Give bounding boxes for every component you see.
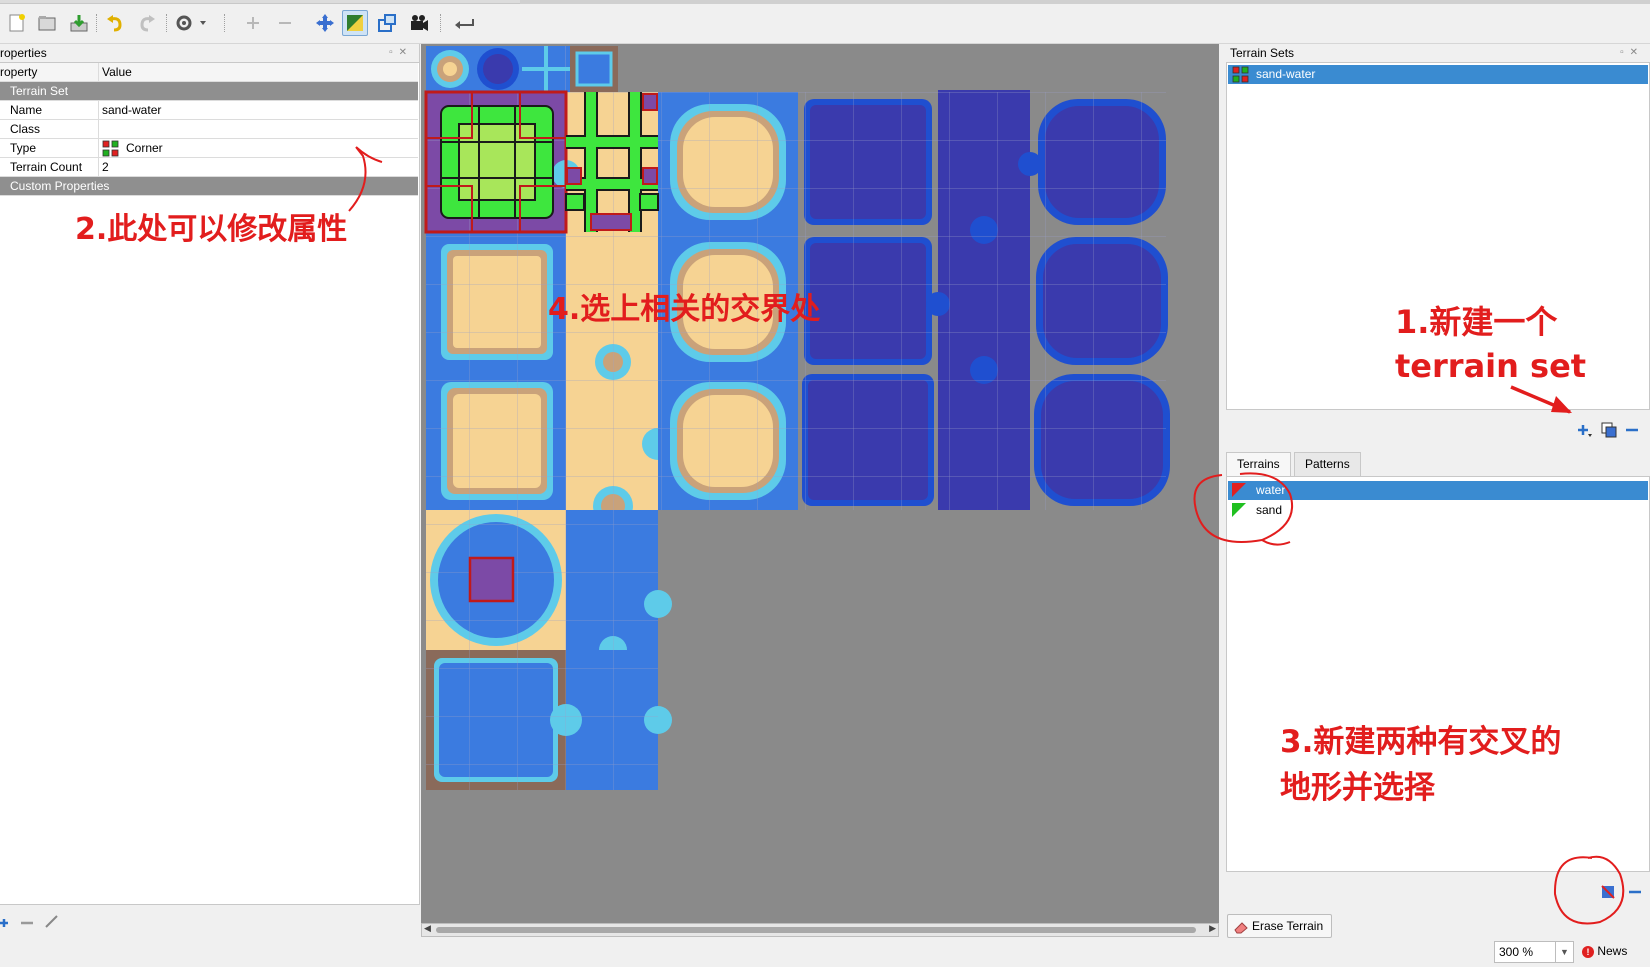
scroll-thumb[interactable] — [436, 927, 1196, 933]
properties-table: roperty Value Terrain Set Name sand-wate… — [0, 62, 420, 905]
properties-title: roperties — [0, 46, 47, 60]
property-value[interactable]: Corner — [126, 141, 163, 155]
property-value[interactable]: 2 — [102, 160, 109, 174]
terrain-sets-panel: Terrain Sets ▫✕ sand-water — [1226, 44, 1650, 449]
new-tileset-icon[interactable] — [4, 10, 30, 36]
annotation-2: 2.此处可以修改属性 — [75, 212, 348, 247]
add-terrain-set-icon[interactable] — [1576, 422, 1594, 441]
erase-terrain-label: Erase Terrain — [1252, 919, 1324, 933]
header-value: Value — [102, 65, 132, 79]
add-tile-icon[interactable] — [240, 10, 266, 36]
tab-strip — [0, 0, 520, 4]
redo-icon[interactable] — [134, 10, 160, 36]
collision-icon[interactable] — [374, 10, 400, 36]
property-row-terrain-count[interactable]: Terrain Count 2 — [0, 158, 418, 177]
terrains-list[interactable]: water sand — [1226, 476, 1650, 872]
settings-icon[interactable] — [172, 10, 212, 36]
tile-grid — [426, 510, 658, 790]
eraser-icon — [1233, 919, 1249, 941]
back-icon[interactable] — [452, 10, 478, 36]
property-row-type[interactable]: Type Corner — [0, 139, 418, 158]
tileset-view[interactable] — [421, 44, 1219, 937]
property-key: Name — [10, 103, 43, 117]
header-property: roperty — [0, 65, 38, 79]
add-property-icon[interactable] — [0, 915, 12, 934]
group-label: Terrain Set — [10, 84, 69, 98]
tab-strip-rest — [520, 0, 1650, 4]
properties-panel: roperties ▫✕ roperty Value Terrain Set N… — [0, 44, 420, 928]
property-key: Type — [10, 141, 37, 155]
properties-header: roperty Value — [0, 63, 418, 82]
chevron-down-icon[interactable]: ▼ — [1555, 942, 1573, 962]
tab-patterns[interactable]: Patterns — [1294, 452, 1361, 476]
property-key: Terrain Count — [10, 160, 83, 174]
sand-terrain-icon — [1232, 503, 1246, 520]
add-terrain-icon[interactable] — [1600, 884, 1618, 903]
annotation-1-line1: 1.新建一个 — [1395, 303, 1558, 341]
annotation-1-line2: terrain set — [1395, 347, 1587, 385]
tab-terrains[interactable]: Terrains — [1226, 452, 1291, 476]
terrain-set-label: sand-water — [1256, 67, 1316, 81]
terrain-label: sand — [1256, 503, 1283, 517]
small-tile-row[interactable] — [426, 46, 618, 92]
tileset-canvas[interactable] — [421, 44, 1219, 937]
corner-type-icon — [102, 140, 120, 160]
terrain-label: water — [1256, 483, 1286, 497]
property-row-name[interactable]: Name sand-water — [0, 101, 418, 120]
alert-icon: ! — [1582, 946, 1594, 958]
terrain-item-sand[interactable]: sand — [1228, 501, 1648, 520]
water-terrain-icon — [1232, 483, 1246, 500]
group-terrain-set[interactable]: Terrain Set — [0, 82, 418, 101]
panel-float-close-icon[interactable]: ▫✕ — [1620, 47, 1644, 58]
terrain-tabs: Terrains Patterns — [1226, 452, 1650, 476]
remove-property-icon[interactable] — [20, 915, 34, 934]
remove-terrain-icon[interactable] — [1628, 884, 1642, 903]
remove-tile-icon[interactable] — [272, 10, 298, 36]
erase-terrain-button[interactable]: Erase Terrain — [1227, 914, 1333, 941]
zoom-select[interactable]: 300 % ▼ — [1494, 941, 1574, 963]
terrain-edit-icon[interactable] — [342, 10, 368, 36]
terrain-item-water[interactable]: water — [1228, 481, 1648, 500]
group-label: Custom Properties — [10, 179, 110, 193]
corner-type-icon — [1232, 66, 1250, 86]
save-icon[interactable] — [66, 10, 92, 36]
panel-float-close-icon[interactable]: ▫✕ — [389, 47, 413, 58]
annotation-3-line2: 地形并选择 — [1280, 770, 1435, 806]
property-value[interactable]: sand-water — [102, 103, 161, 117]
dynamic-wrapping-icon[interactable] — [312, 10, 338, 36]
rename-property-icon[interactable] — [44, 913, 60, 932]
properties-footer — [0, 905, 420, 945]
scroll-left-icon[interactable]: ◀ — [424, 923, 431, 934]
terrain-sets-title: Terrain Sets — [1230, 46, 1295, 60]
property-row-class[interactable]: Class — [0, 120, 418, 139]
annotation-4: 4.选上相关的交界处 — [548, 292, 821, 327]
zoom-value: 300 % — [1499, 945, 1534, 959]
undo-icon[interactable] — [102, 10, 128, 36]
remove-terrain-set-icon[interactable] — [1625, 422, 1639, 441]
group-custom-properties[interactable]: Custom Properties — [0, 177, 418, 196]
main-toolbar — [0, 0, 1650, 44]
scroll-right-icon[interactable]: ▶ — [1209, 923, 1216, 934]
terrain-set-item[interactable]: sand-water — [1228, 65, 1648, 84]
news-button[interactable]: ! News — [1582, 944, 1627, 958]
news-label: News — [1597, 944, 1628, 958]
property-key: Class — [10, 122, 41, 136]
animation-icon[interactable] — [406, 10, 432, 36]
annotation-3-line1: 3.新建两种有交叉的 — [1280, 724, 1562, 760]
duplicate-terrain-set-icon[interactable] — [1601, 422, 1617, 441]
tileset-hscrollbar[interactable]: ◀ ▶ — [421, 923, 1219, 937]
open-icon[interactable] — [34, 10, 60, 36]
